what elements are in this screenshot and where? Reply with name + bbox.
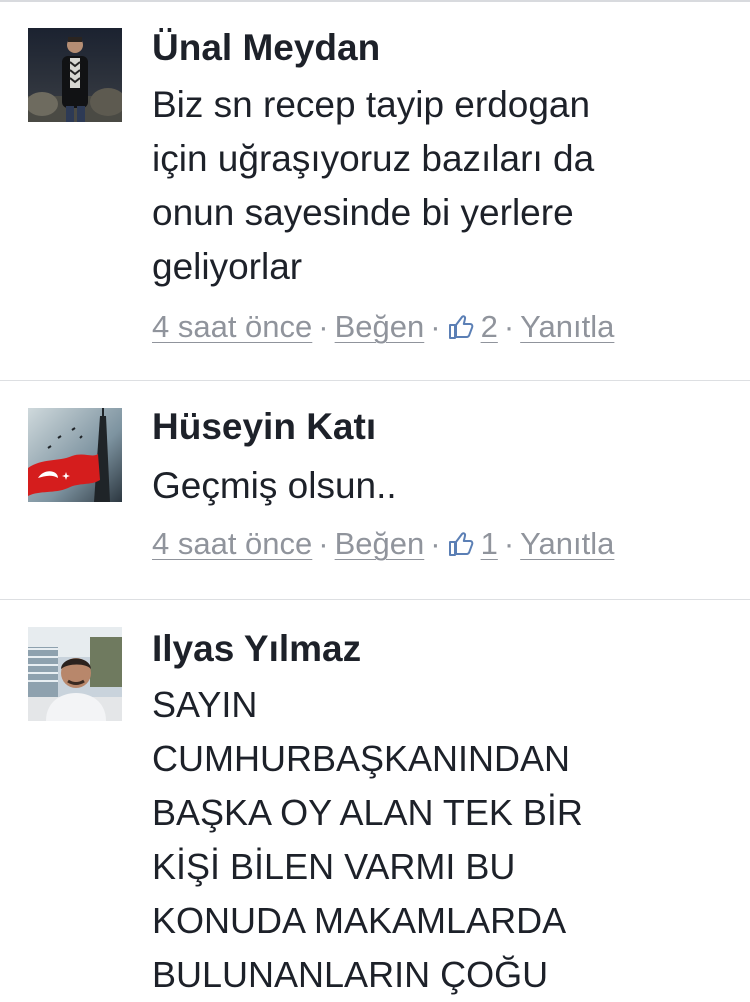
comment-text: Biz sn recep tayip erdogan için uğraşıyo…: [152, 84, 595, 287]
comment-actions: 4 saat önce · Beğen · 1 · Yanıtla: [152, 524, 614, 564]
avatar[interactable]: [28, 408, 122, 502]
comment-item: Ünal Meydan Biz sn recep tayip erdogan i…: [0, 2, 750, 381]
separator-dot: ·: [503, 309, 515, 344]
thumbs-up-icon: [448, 315, 473, 339]
avatar-photo-icon: [28, 627, 122, 721]
thumbs-up-icon: [448, 532, 473, 556]
avatar-flag-icon: [28, 408, 122, 502]
reply-button[interactable]: Yanıtla: [520, 309, 614, 344]
reply-button[interactable]: Yanıtla: [520, 526, 614, 561]
separator-dot: ·: [430, 309, 441, 344]
comment-author[interactable]: Hüseyin Katı: [152, 405, 376, 449]
timestamp-link[interactable]: 4 saat önce: [152, 526, 312, 561]
like-count-link[interactable]: 1: [481, 526, 498, 561]
timestamp-link[interactable]: 4 saat önce: [152, 309, 312, 344]
separator-dot: ·: [503, 526, 515, 561]
comment-actions: 4 saat önce · Beğen · 2 · Yanıtla: [152, 307, 614, 347]
separator-dot: ·: [318, 309, 329, 344]
comment-item: Hüseyin Katı Geçmiş olsun.. 4 saat önce ·…: [0, 381, 750, 600]
comment-text: SAYIN CUMHURBAŞKANINDAN BAŞKA OY ALAN TE…: [152, 684, 583, 995]
comment-item: Ilyas Yılmaz SAYIN CUMHURBAŞKANINDAN BAŞ…: [0, 600, 750, 995]
comment-text: Geçmiş olsun..: [152, 465, 397, 506]
like-count-link[interactable]: 2: [481, 309, 498, 344]
avatar-photo-icon: [28, 28, 122, 122]
like-button[interactable]: Beğen: [335, 309, 425, 344]
comment-author[interactable]: Ünal Meydan: [152, 26, 380, 70]
separator-dot: ·: [318, 526, 329, 561]
separator-dot: ·: [430, 526, 441, 561]
avatar[interactable]: [28, 627, 122, 721]
comment-author[interactable]: Ilyas Yılmaz: [152, 627, 361, 671]
like-button[interactable]: Beğen: [335, 526, 425, 561]
avatar[interactable]: [28, 28, 122, 122]
